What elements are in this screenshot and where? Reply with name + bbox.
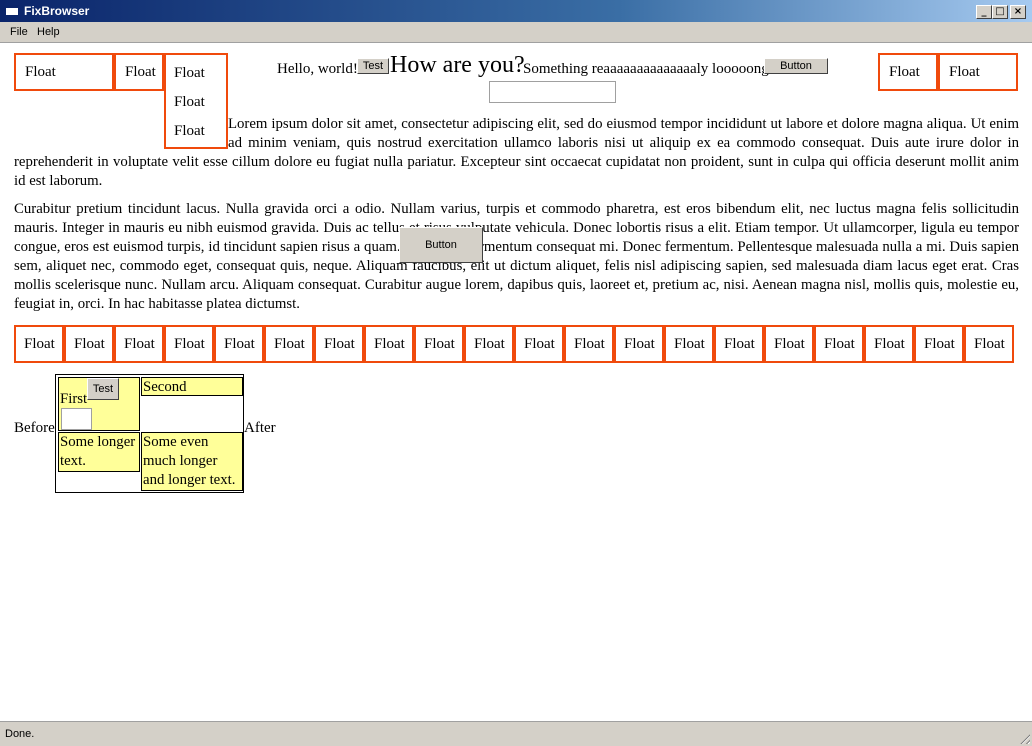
float-box: Float [864, 325, 914, 363]
float-label: Float [624, 335, 655, 352]
float-label: Float [774, 335, 805, 352]
table-cell-second: Second [141, 377, 243, 396]
float-box: Float [164, 325, 214, 363]
float-box: Float [764, 325, 814, 363]
float-box: Float [264, 325, 314, 363]
table-cell-first: First Test [58, 377, 140, 431]
float-box: Float [914, 325, 964, 363]
status-text: Done. [5, 728, 35, 740]
first-label: First [60, 391, 88, 407]
menu-file[interactable]: File [10, 26, 28, 38]
float-label: Float [974, 335, 1005, 352]
float-label: Float [24, 335, 55, 352]
float-label: Float [524, 335, 555, 352]
paragraph-2: Curabitur pretium tincidunt lacus. Nulla… [14, 201, 1019, 312]
float-label: Float [274, 335, 305, 352]
float-box: Float [664, 325, 714, 363]
float-label: Float [324, 335, 355, 352]
table-test-button[interactable]: Test [87, 378, 119, 400]
float-box: Float [878, 53, 938, 91]
float-box: Float [14, 53, 114, 91]
before-text: Before [14, 420, 55, 436]
float-box: Float [564, 325, 614, 363]
float-box: Float [414, 325, 464, 363]
float-label: Float [889, 63, 920, 80]
test-button[interactable]: Test [357, 58, 389, 74]
float-box: Float [464, 325, 514, 363]
float-label: Float [674, 335, 705, 352]
float-label: Float [125, 63, 156, 80]
float-box: Float [364, 325, 414, 363]
float-box: Float [14, 325, 64, 363]
menu-help[interactable]: Help [37, 26, 60, 38]
hello-text: Hello, world! [277, 61, 358, 77]
title-bar: FixBrowser _ □ × [0, 0, 1032, 22]
table-cell: Some even much longer and longer text. [141, 432, 243, 491]
float-label: Float [124, 335, 155, 352]
paragraph-1: Lorem ipsum dolor sit amet, consectetur … [14, 115, 1019, 191]
float-box: Float [64, 325, 114, 363]
float-box: Float [614, 325, 664, 363]
text-input[interactable] [489, 81, 616, 103]
float-box: Float [938, 53, 1018, 91]
long-text: Something reaaaaaaaaaaaaaaly looooong [523, 61, 769, 77]
float-label: Float [874, 335, 905, 352]
float-label: Float [174, 65, 205, 81]
float-label: Float [949, 63, 980, 80]
header-button[interactable]: Button [764, 58, 828, 74]
menu-bar: File Help [0, 22, 1032, 42]
float-box: Float [514, 325, 564, 363]
float-box: Float [114, 325, 164, 363]
float-label: Float [224, 335, 255, 352]
float-label: Float [174, 335, 205, 352]
overlay-button[interactable]: Button [399, 227, 483, 263]
minimize-button[interactable]: _ [976, 5, 992, 19]
table-cell: Some longer text. [58, 432, 140, 472]
page-content: Float Float Float Float Float Hello, wor… [0, 42, 1032, 721]
float-label: Float [824, 335, 855, 352]
float-label: Float [574, 335, 605, 352]
float-label: Float [174, 94, 205, 110]
maximize-button[interactable]: □ [992, 5, 1008, 19]
float-box: Float [114, 53, 164, 91]
data-table: First Test Second Some longer text. Some… [55, 374, 244, 493]
resize-grip-icon[interactable] [1018, 732, 1030, 744]
float-label: Float [724, 335, 755, 352]
float-label: Float [424, 335, 455, 352]
table-text-input[interactable] [61, 408, 92, 430]
float-box: Float [214, 325, 264, 363]
float-box: Float [314, 325, 364, 363]
float-box: Float [814, 325, 864, 363]
big-heading-text: How are you? [390, 52, 525, 78]
float-label: Float [924, 335, 955, 352]
float-box: Float [714, 325, 764, 363]
app-icon [5, 5, 19, 16]
float-box: Float [964, 325, 1014, 363]
status-bar: Done. [0, 721, 1032, 746]
after-text: After [244, 420, 276, 436]
close-button[interactable]: × [1010, 5, 1026, 19]
float-label: Float [374, 335, 405, 352]
float-label: Float [474, 335, 505, 352]
window-title: FixBrowser [24, 4, 90, 18]
float-label: Float [74, 335, 105, 352]
float-label: Float [25, 63, 56, 80]
